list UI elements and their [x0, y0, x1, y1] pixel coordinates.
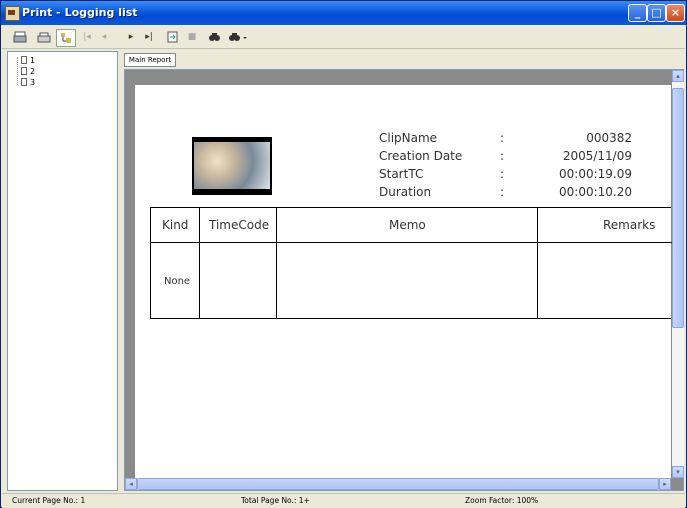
total-page-status: Total Page No.: 1+: [241, 496, 310, 505]
status-bar: Current Page No.: 1 Total Page No.: 1+ Z…: [2, 493, 685, 508]
meta-separator: :: [500, 149, 505, 163]
zoom-status: Zoom Factor: 100%: [465, 496, 539, 505]
zoom-icon[interactable]: [227, 29, 249, 45]
scroll-right-button[interactable]: ▸: [659, 478, 671, 490]
meta-value: 2005/11/09: [562, 149, 632, 163]
vertical-scroll-thumb[interactable]: [672, 88, 684, 328]
minimize-button[interactable]: _: [628, 4, 647, 22]
stop-icon[interactable]: ■: [187, 29, 197, 45]
scroll-down-button[interactable]: ▾: [672, 466, 684, 478]
maximize-button[interactable]: □: [647, 4, 666, 22]
meta-label: Duration: [379, 185, 432, 199]
close-button[interactable]: ×: [666, 4, 685, 22]
table-cell-kind: None: [164, 276, 191, 287]
print-icon[interactable]: [12, 29, 28, 45]
window-title: Print - Logging list: [22, 6, 138, 19]
tree-item[interactable]: 3: [21, 77, 35, 87]
meta-value: 000382: [586, 131, 632, 145]
clip-thumbnail: [192, 137, 272, 195]
meta-separator: :: [500, 131, 505, 145]
title-bar[interactable]: Print - Logging list _ □ ×: [1, 1, 686, 25]
tree-item-label: 3: [30, 77, 36, 87]
print-window: Print - Logging list _ □ × |◂ ◂ ▸ ▸| ■ 1…: [0, 0, 687, 508]
page-icon: [21, 56, 27, 64]
last-page-icon[interactable]: ▸|: [144, 29, 154, 45]
tree-item[interactable]: 1: [21, 55, 35, 65]
find-icon[interactable]: [207, 29, 221, 45]
current-page-status: Current Page No.: 1: [12, 496, 86, 505]
page-icon: [21, 67, 27, 75]
tab-main-report[interactable]: Main Report: [124, 53, 176, 67]
app-icon: [5, 6, 20, 21]
column-header-kind: Kind: [162, 218, 189, 232]
vertical-scrollbar[interactable]: ▴ ▾: [672, 70, 684, 478]
meta-value: 00:00:19.09: [559, 167, 632, 181]
horizontal-scrollbar[interactable]: ◂ ▸: [125, 478, 671, 490]
scroll-left-button[interactable]: ◂: [125, 478, 137, 490]
page-icon: [21, 78, 27, 86]
meta-value: 00:00:10.20: [559, 185, 632, 199]
goto-page-icon[interactable]: [165, 29, 179, 45]
logging-table: Kind TimeCode Memo Remarks None: [150, 207, 672, 319]
meta-separator: :: [500, 185, 505, 199]
meta-label: StartTC: [379, 167, 424, 181]
column-header-remarks: Remarks: [603, 218, 656, 232]
tree-item[interactable]: 2: [21, 66, 35, 76]
tree-toggle-icon[interactable]: [56, 29, 76, 47]
first-page-icon[interactable]: |◂: [82, 29, 92, 45]
toolbar: |◂ ◂ ▸ ▸| ■: [2, 26, 685, 49]
tree-item-label: 2: [30, 66, 36, 76]
scroll-up-button[interactable]: ▴: [672, 70, 684, 82]
meta-label: ClipName: [379, 131, 438, 145]
previous-page-icon[interactable]: ◂: [99, 29, 109, 45]
next-page-icon[interactable]: ▸: [126, 29, 136, 45]
meta-label: Creation Date: [379, 149, 463, 163]
tree-item-label: 1: [30, 55, 36, 65]
column-header-memo: Memo: [389, 218, 426, 232]
column-header-timecode: TimeCode: [209, 218, 270, 232]
horizontal-scroll-thumb[interactable]: [137, 478, 659, 490]
group-tree: 1 2 3: [7, 51, 118, 491]
meta-separator: :: [500, 167, 505, 181]
print-setup-icon[interactable]: [36, 29, 52, 45]
